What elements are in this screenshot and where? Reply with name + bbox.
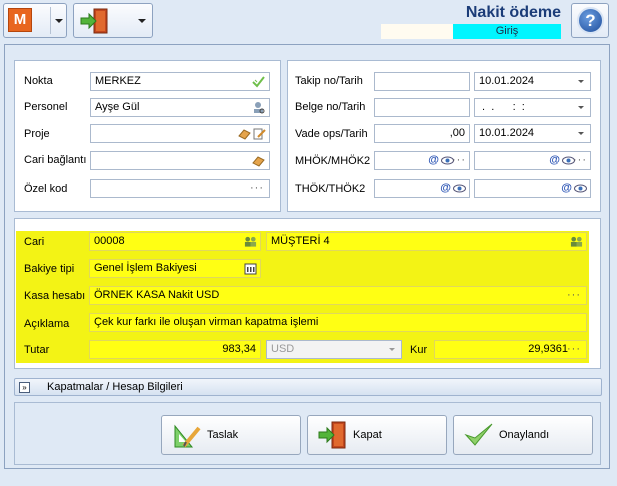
takip-no-field[interactable] bbox=[374, 72, 470, 91]
cari-baglanti-field[interactable] bbox=[90, 151, 270, 170]
exit-door-icon bbox=[318, 421, 346, 449]
at-icon: @ bbox=[549, 154, 560, 166]
nokta-field[interactable]: MERKEZ bbox=[90, 72, 270, 91]
status-spacer bbox=[381, 24, 453, 39]
cari-label: Cari bbox=[24, 236, 45, 248]
app-menu-dropdown-icon bbox=[55, 19, 63, 23]
expander-label: Kapatmalar / Hesap Bilgileri bbox=[47, 381, 183, 393]
taslak-label: Taslak bbox=[207, 429, 239, 441]
person-lookup-icon bbox=[254, 102, 265, 114]
help-icon: ? bbox=[577, 7, 604, 34]
exit-door-icon bbox=[80, 8, 108, 34]
at-icon: @ bbox=[428, 154, 439, 166]
belge-date-field[interactable]: . . : : bbox=[474, 98, 591, 117]
mhok-label: MHÖK/MHÖK2 bbox=[295, 155, 371, 167]
page-title: Nakit ödeme bbox=[465, 4, 561, 21]
chevron-down-icon bbox=[578, 106, 584, 109]
customer-lookup-icon bbox=[570, 236, 583, 247]
takip-label: Takip no/Tarih bbox=[295, 75, 363, 87]
checkmark-icon bbox=[464, 423, 493, 446]
at-icon: @ bbox=[440, 182, 451, 194]
kur-field[interactable]: 29,9361 ··· bbox=[434, 340, 587, 359]
vade-date-field[interactable]: 10.01.2024 bbox=[474, 124, 591, 143]
eraser-icon bbox=[238, 129, 251, 140]
aciklama-label: Açıklama bbox=[24, 318, 70, 330]
vade-ops-field[interactable]: ,00 bbox=[374, 124, 470, 143]
nokta-label: Nokta bbox=[24, 75, 53, 87]
cari-baglanti-label: Cari bağlantı bbox=[24, 154, 87, 166]
customer-lookup-icon bbox=[244, 236, 257, 247]
thok-field[interactable]: @ bbox=[374, 179, 470, 198]
eye-icon bbox=[574, 184, 587, 193]
tutar-field[interactable]: 983,34 bbox=[89, 340, 261, 359]
edit-icon bbox=[253, 128, 266, 140]
onaylandi-label: Onaylandı bbox=[499, 429, 550, 441]
draft-pencil-icon bbox=[174, 424, 201, 448]
main-panel: Nokta MERKEZ Personel Ayşe Gül Proje Car… bbox=[4, 44, 610, 469]
check-icon bbox=[252, 76, 265, 88]
kapat-label: Kapat bbox=[353, 429, 382, 441]
onaylandi-button[interactable]: Onaylandı bbox=[453, 415, 593, 455]
tutar-label: Tutar bbox=[24, 344, 50, 356]
status-badge: Giriş bbox=[453, 24, 561, 39]
mhok-field[interactable]: @ ··· bbox=[374, 151, 470, 170]
eye-icon bbox=[453, 184, 466, 193]
proje-field[interactable] bbox=[90, 124, 270, 143]
kasa-hesabi-label: Kasa hesabı bbox=[24, 290, 86, 302]
takip-date-field[interactable]: 10.01.2024 bbox=[474, 72, 591, 91]
exit-dropdown-icon bbox=[138, 19, 146, 23]
proje-label: Proje bbox=[24, 128, 50, 140]
belge-label: Belge no/Tarih bbox=[295, 101, 366, 113]
personel-label: Personel bbox=[24, 101, 68, 113]
ellipsis-icon: ··· bbox=[567, 289, 581, 301]
ellipsis-icon: ··· bbox=[567, 343, 581, 355]
chevron-down-icon bbox=[389, 348, 395, 351]
kapatmalar-expander[interactable]: » Kapatmalar / Hesap Bilgileri bbox=[14, 378, 602, 396]
cari-name-field[interactable]: MÜŞTERİ 4 bbox=[266, 232, 587, 251]
belge-no-field[interactable] bbox=[374, 98, 470, 117]
thok-label: THÖK/THÖK2 bbox=[295, 183, 366, 195]
kapat-button[interactable]: Kapat bbox=[307, 415, 447, 455]
taslak-button[interactable]: Taslak bbox=[161, 415, 301, 455]
eraser-icon bbox=[252, 156, 265, 167]
ozel-kod-label: Özel kod bbox=[24, 183, 68, 195]
mhok2-field[interactable]: @ ··· bbox=[474, 151, 591, 170]
at-icon: @ bbox=[561, 182, 572, 194]
right-form-panel: Takip no/Tarih 10.01.2024 Belge no/Tarih… bbox=[287, 60, 601, 212]
ellipsis-icon: ··· bbox=[250, 182, 264, 194]
help-button[interactable]: ? bbox=[571, 3, 609, 38]
bakiye-tipi-label: Bakiye tipi bbox=[24, 263, 75, 275]
chevron-down-icon bbox=[578, 132, 584, 135]
kasa-hesabi-field[interactable]: ÖRNEK KASA Nakit USD ··· bbox=[89, 286, 587, 305]
ozel-kod-field[interactable]: ··· bbox=[90, 179, 270, 198]
aciklama-field[interactable]: Çek kur farkı ile oluşan virman kapatma … bbox=[89, 313, 587, 332]
left-form-panel: Nokta MERKEZ Personel Ayşe Gül Proje Car… bbox=[14, 60, 281, 212]
chevron-down-icon bbox=[578, 80, 584, 83]
cari-code-field[interactable]: 00008 bbox=[89, 232, 261, 251]
thok2-field[interactable]: @ bbox=[474, 179, 591, 198]
personel-field[interactable]: Ayşe Gül bbox=[90, 98, 270, 117]
app-menu-button[interactable]: M bbox=[3, 3, 67, 38]
calendar-icon bbox=[244, 263, 257, 275]
bakiye-tipi-field[interactable]: Genel İşlem Bakiyesi bbox=[89, 259, 261, 278]
ellipsis-icon: ··· bbox=[573, 154, 587, 166]
expand-icon: » bbox=[19, 382, 30, 393]
app-logo: M bbox=[8, 8, 32, 32]
currency-select[interactable]: USD bbox=[266, 340, 402, 359]
vade-label: Vade ops/Tarih bbox=[295, 128, 368, 140]
kur-label: Kur bbox=[410, 344, 428, 356]
ellipsis-icon: ··· bbox=[452, 154, 466, 166]
exit-menu-button[interactable] bbox=[73, 3, 153, 38]
